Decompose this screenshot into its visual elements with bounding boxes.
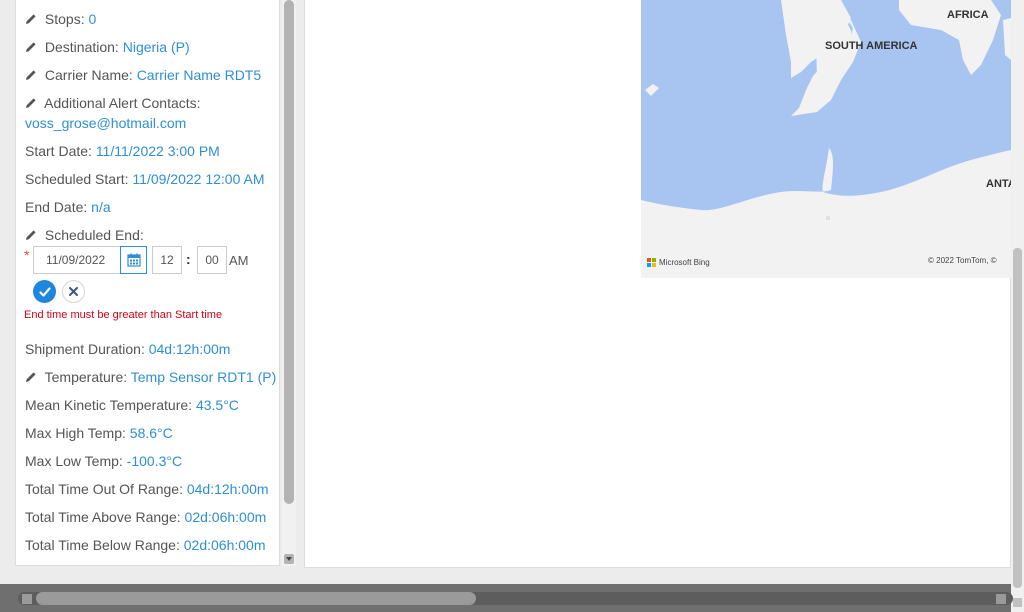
scheduled-end-label: Scheduled End:	[44, 227, 144, 243]
below-range-value: 02d:06h:00m	[183, 537, 266, 553]
map-label-antarctica: ANTA	[986, 178, 1011, 190]
alert-contacts-label: Additional Alert Contacts:	[44, 95, 201, 111]
microsoft-bing-logo[interactable]: Microsoft Bing	[647, 258, 710, 267]
above-range-value: 02d:06h:00m	[184, 509, 267, 525]
scheduled-start-label: Scheduled Start:	[25, 171, 129, 187]
start-date-row: Start Date: 11/11/2022 3:00 PM	[25, 142, 220, 160]
mkt-value: 43.5°C	[195, 397, 239, 413]
destination-row[interactable]: Destination: Nigeria (P)	[25, 38, 190, 56]
pencil-icon[interactable]	[25, 67, 37, 80]
scheduled-start-value: 11/09/2022 12:00 AM	[132, 171, 265, 187]
check-icon	[38, 286, 51, 297]
duration-row: Shipment Duration: 04d:12h:00m	[25, 340, 230, 358]
page-vertical-scrollbar[interactable]	[1011, 0, 1024, 612]
destination-label: Destination:	[44, 39, 119, 55]
alert-contacts-row[interactable]: Additional Alert Contacts:	[25, 94, 201, 112]
mkt-row: Mean Kinetic Temperature: 43.5°C	[25, 396, 239, 414]
duration-value: 04d:12h:00m	[148, 341, 231, 357]
start-date-label: Start Date:	[25, 143, 92, 159]
max-low-value: -100.3°C	[126, 453, 183, 469]
pencil-icon[interactable]	[25, 39, 37, 52]
time-separator: :	[186, 251, 191, 267]
below-range-label: Total Time Below Range:	[25, 537, 180, 553]
mkt-label: Mean Kinetic Temperature:	[25, 397, 193, 413]
map-label-africa: AFRICA	[947, 9, 989, 21]
page-vertical-scrollbar-thumb[interactable]	[1013, 248, 1022, 588]
confirm-button[interactable]	[33, 280, 56, 303]
end-date-row: End Date: n/a	[25, 198, 111, 216]
details-scrollbar[interactable]	[282, 0, 296, 566]
validation-error: End time must be greater than Start time	[24, 309, 223, 321]
pencil-icon[interactable]	[25, 369, 37, 382]
stops-label: Stops:	[44, 11, 85, 27]
out-range-row: Total Time Out Of Range: 04d:12h:00m	[25, 480, 269, 498]
temperature-label: Temperature:	[44, 369, 128, 385]
stops-value[interactable]: 0	[88, 11, 96, 27]
hour-input[interactable]: 12	[152, 246, 182, 274]
destination-value[interactable]: Nigeria (P)	[123, 39, 190, 55]
page-scroll-down-arrow[interactable]	[1013, 598, 1022, 607]
carrier-label: Carrier Name:	[44, 67, 133, 83]
stops-row[interactable]: Stops: 0	[25, 10, 96, 28]
end-date-label: End Date:	[25, 199, 88, 215]
map-copyright: © 2022 TomTom, ©	[928, 256, 997, 265]
end-date-value: n/a	[91, 199, 111, 215]
temperature-row[interactable]: Temperature: Temp Sensor RDT1 (P)	[25, 368, 276, 386]
above-range-label: Total Time Above Range:	[25, 509, 181, 525]
scroll-right-arrow[interactable]	[996, 594, 1006, 604]
alert-contacts-value[interactable]: voss_grose@hotmail.com	[25, 114, 186, 132]
calendar-button[interactable]	[120, 246, 147, 274]
microsoft-logo-icon	[647, 258, 656, 267]
details-scrollbar-thumb[interactable]	[284, 0, 294, 504]
duration-label: Shipment Duration:	[25, 341, 145, 357]
scroll-left-arrow[interactable]	[22, 594, 32, 604]
start-date-value: 11/11/2022 3:00 PM	[95, 143, 220, 159]
scheduled-end-date-input[interactable]: 11/09/2022	[33, 246, 120, 274]
scheduled-end-row[interactable]: Scheduled End:	[25, 226, 144, 244]
world-map[interactable]: AFRICA SOUTH AMERICA ANTA Microsoft Bing…	[641, 0, 1011, 278]
shipment-details-panel: Stops: 0 Destination: Nigeria (P) Carrie…	[15, 0, 280, 566]
max-low-row: Max Low Temp: -100.3°C	[25, 452, 182, 470]
carrier-value[interactable]: Carrier Name RDT5	[137, 67, 261, 83]
map-label-south-america: SOUTH AMERICA	[825, 40, 918, 52]
horizontal-scrollbar-thumb[interactable]	[36, 592, 476, 605]
cancel-button[interactable]	[62, 280, 85, 303]
minute-input[interactable]: 00	[197, 246, 227, 274]
scroll-down-arrow[interactable]	[284, 554, 294, 564]
pencil-icon[interactable]	[25, 11, 37, 24]
pencil-icon[interactable]	[25, 227, 37, 240]
max-high-row: Max High Temp: 58.6°C	[25, 424, 173, 442]
out-range-value: 04d:12h:00m	[186, 481, 269, 497]
calendar-icon	[126, 253, 141, 267]
out-range-label: Total Time Out Of Range:	[25, 481, 183, 497]
pencil-icon[interactable]	[25, 95, 37, 108]
required-asterisk: *	[24, 247, 30, 263]
map-provider-label: Microsoft Bing	[659, 258, 710, 267]
max-high-value: 58.6°C	[129, 425, 173, 441]
temperature-value[interactable]: Temp Sensor RDT1 (P)	[131, 369, 276, 385]
below-range-row: Total Time Below Range: 02d:06h:00m	[25, 536, 265, 554]
ampm-toggle[interactable]: AM	[229, 253, 249, 268]
max-high-label: Max High Temp:	[25, 425, 126, 441]
close-icon	[69, 287, 78, 296]
horizontal-scrollbar[interactable]	[0, 584, 1013, 612]
carrier-row[interactable]: Carrier Name: Carrier Name RDT5	[25, 66, 261, 84]
max-low-label: Max Low Temp:	[25, 453, 123, 469]
scheduled-start-row: Scheduled Start: 11/09/2022 12:00 AM	[25, 170, 264, 188]
above-range-row: Total Time Above Range: 02d:06h:00m	[25, 508, 266, 526]
